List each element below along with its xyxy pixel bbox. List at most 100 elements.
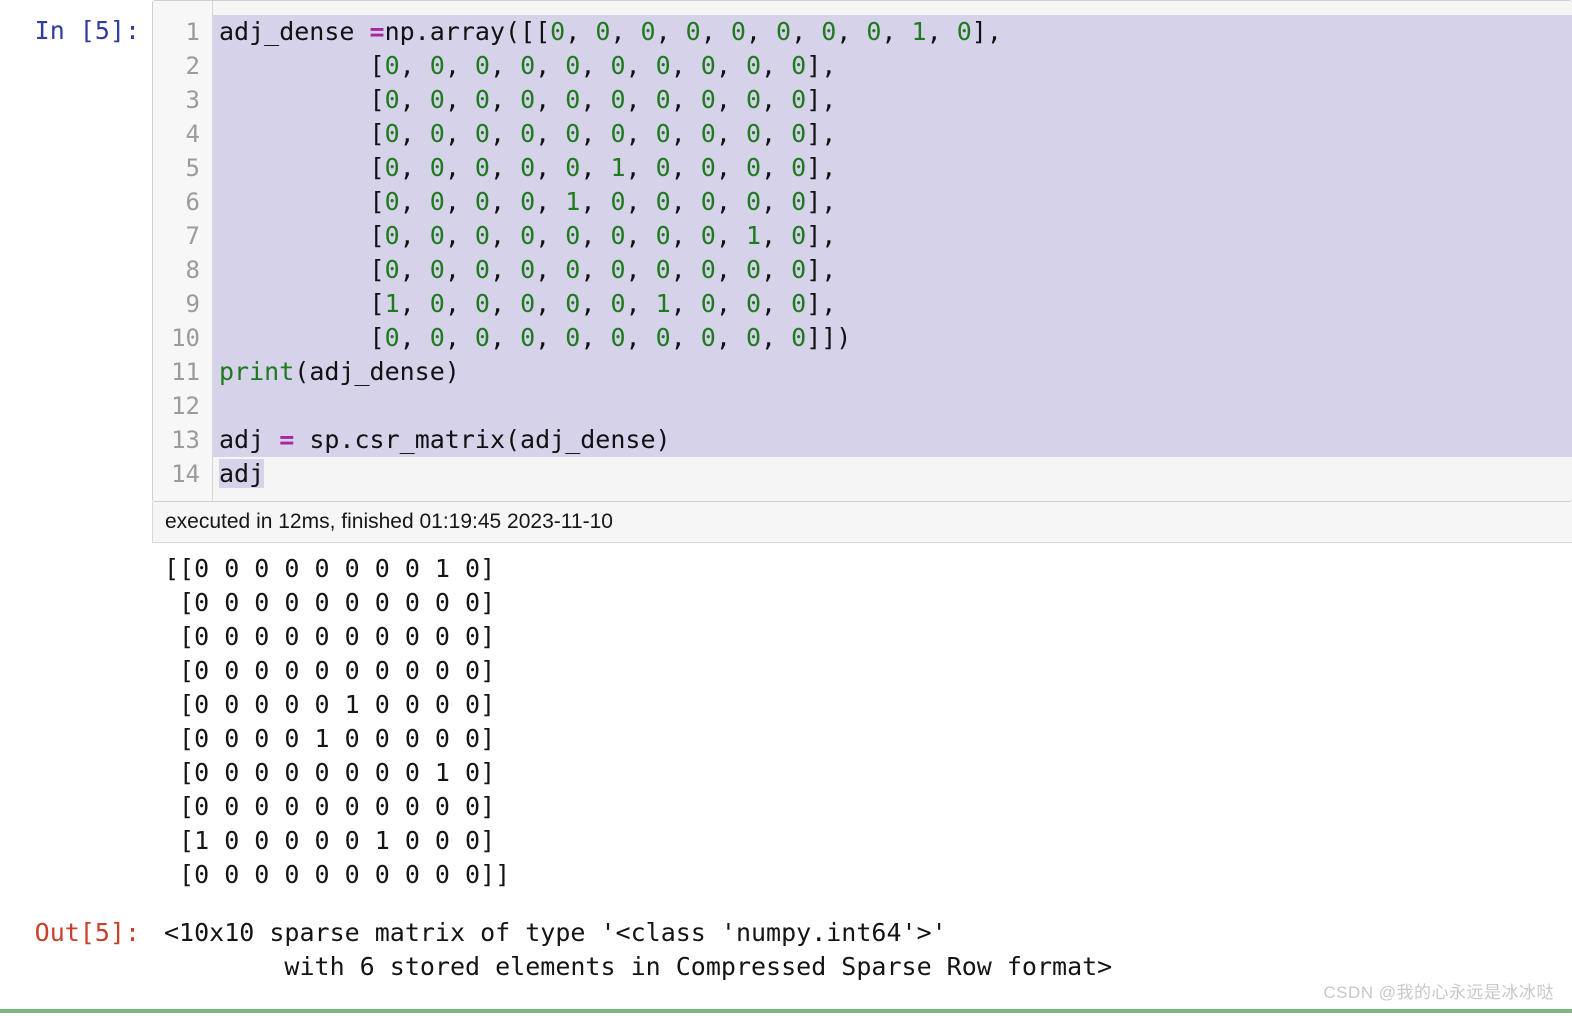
code-token: , — [444, 153, 475, 182]
code-token: 0 — [700, 51, 716, 80]
code-token: , — [399, 187, 430, 216]
code-line[interactable]: [0, 0, 0, 0, 0, 0, 0, 0, 0, 0], — [213, 83, 1572, 117]
code-line[interactable]: [0, 0, 0, 0, 0, 1, 0, 0, 0, 0], — [213, 151, 1572, 185]
code-text-area[interactable]: adj_dense =np.array([[0, 0, 0, 0, 0, 0, … — [213, 1, 1572, 501]
code-token: 1 — [655, 289, 671, 318]
stdout-line: [0 0 0 0 0 0 0 0 1 0] — [164, 758, 496, 787]
code-token: 0 — [700, 255, 716, 284]
code-token: , — [489, 221, 521, 250]
code-line[interactable]: [0, 0, 0, 0, 1, 0, 0, 0, 0, 0], — [213, 185, 1572, 219]
code-line[interactable] — [213, 389, 1572, 423]
code-token: [ — [219, 187, 385, 216]
code-line[interactable]: adj = sp.csr_matrix(adj_dense) — [213, 423, 1572, 457]
code-line[interactable]: adj_dense =np.array([[0, 0, 0, 0, 0, 0, … — [213, 15, 1572, 49]
result-line: with 6 stored elements in Compressed Spa… — [164, 952, 1113, 981]
line-number: 4 — [185, 120, 200, 148]
code-token: , — [761, 323, 792, 352]
notebook-input-cell: In [5]: 1 2 3 4 5 6 7 8 9 10 11 12 13 14 adj_dense =n… — [0, 0, 1572, 543]
code-token: 0 — [474, 187, 490, 216]
line-number: 14 — [171, 460, 200, 488]
code-token: 0 — [474, 85, 490, 114]
code-token: , — [444, 255, 475, 284]
code-token: [ — [219, 153, 385, 182]
code-line[interactable]: [0, 0, 0, 0, 0, 0, 0, 0, 0, 0], — [213, 117, 1572, 151]
code-token: , — [655, 17, 686, 46]
stdout-line: [0 0 0 0 1 0 0 0 0 0] — [164, 724, 496, 753]
code-line[interactable]: print(adj_dense) — [213, 355, 1572, 389]
code-token: 0 — [565, 289, 581, 318]
code-token: 0 — [655, 255, 671, 284]
code-token: print — [219, 357, 295, 386]
code-token: , — [670, 323, 701, 352]
code-line[interactable]: adj — [213, 457, 1572, 491]
line-number: 12 — [171, 392, 200, 420]
code-token: , — [399, 153, 430, 182]
code-line[interactable]: [1, 0, 0, 0, 0, 0, 1, 0, 0, 0], — [213, 287, 1572, 321]
left-page-edge — [0, 0, 2, 1009]
code-token: = — [279, 425, 295, 454]
code-token: , — [535, 323, 566, 352]
code-token: 0 — [384, 119, 400, 148]
code-editor[interactable]: 1 2 3 4 5 6 7 8 9 10 11 12 13 14 adj_dense =np.array(… — [152, 0, 1572, 502]
code-token: 0 — [791, 51, 807, 80]
code-token: , — [625, 221, 656, 250]
code-token: , — [745, 17, 777, 46]
code-cell-wrapper: 1 2 3 4 5 6 7 8 9 10 11 12 13 14 adj_dense =np.array(… — [152, 0, 1572, 543]
code-token: 0 — [700, 221, 716, 250]
code-token: , — [715, 51, 746, 80]
code-token: , — [715, 289, 746, 318]
code-line[interactable]: [0, 0, 0, 0, 0, 0, 0, 0, 0, 0], — [213, 253, 1572, 287]
code-token: , — [761, 255, 792, 284]
code-token: 0 — [520, 153, 536, 182]
execution-info-bar: executed in 12ms, finished 01:19:45 2023… — [152, 502, 1572, 543]
code-token: ], — [806, 119, 837, 148]
code-token: 0 — [474, 221, 490, 250]
code-token: 0 — [565, 221, 581, 250]
code-token: , — [399, 323, 430, 352]
code-token: 0 — [610, 255, 626, 284]
code-token: 1 — [911, 17, 927, 46]
code-token: ], — [806, 289, 837, 318]
code-token: 0 — [640, 17, 656, 46]
line-number: 3 — [185, 86, 200, 114]
code-token: , — [625, 289, 656, 318]
result-repr-text: <10x10 sparse matrix of type '<class 'nu… — [152, 916, 1112, 984]
code-line[interactable]: [0, 0, 0, 0, 0, 0, 0, 0, 1, 0], — [213, 219, 1572, 253]
code-token: 1 — [565, 187, 581, 216]
code-token: , — [670, 255, 701, 284]
code-token: , — [489, 51, 521, 80]
code-line[interactable]: [0, 0, 0, 0, 0, 0, 0, 0, 0, 0]]) — [213, 321, 1572, 355]
code-line[interactable]: [0, 0, 0, 0, 0, 0, 0, 0, 0, 0], — [213, 49, 1572, 83]
selection-highlight: adj — [219, 459, 265, 488]
code-token: ], — [806, 255, 837, 284]
code-token: 0 — [565, 119, 581, 148]
code-token: , — [715, 221, 746, 250]
code-token: 0 — [610, 119, 626, 148]
code-token: 0 — [565, 323, 581, 352]
code-token: , — [489, 153, 521, 182]
code-token: , — [715, 119, 746, 148]
code-token: , — [444, 187, 475, 216]
stdout-line: [0 0 0 0 0 1 0 0 0 0] — [164, 690, 496, 719]
code-token: 0 — [520, 187, 536, 216]
code-token: 0 — [655, 187, 671, 216]
code-token: ], — [971, 17, 1002, 46]
bottom-green-rule — [0, 1009, 1572, 1013]
code-token: adj — [219, 459, 265, 488]
code-token: , — [399, 85, 430, 114]
code-token: , — [610, 17, 641, 46]
code-token: 0 — [520, 289, 536, 318]
code-token: , — [625, 187, 656, 216]
stdout-line: [1 0 0 0 0 0 1 0 0 0] — [164, 826, 496, 855]
code-token: 0 — [866, 17, 882, 46]
line-number: 2 — [185, 52, 200, 80]
code-token: , — [444, 85, 475, 114]
csdn-watermark: CSDN @我的心永远是冰冰哒 — [1323, 983, 1554, 1002]
code-token: , — [580, 255, 611, 284]
code-token: 0 — [474, 51, 490, 80]
line-number: 8 — [185, 256, 200, 284]
code-token: , — [761, 119, 792, 148]
code-token: , — [625, 153, 656, 182]
code-token: ]]) — [806, 323, 852, 352]
code-token: 0 — [384, 323, 400, 352]
